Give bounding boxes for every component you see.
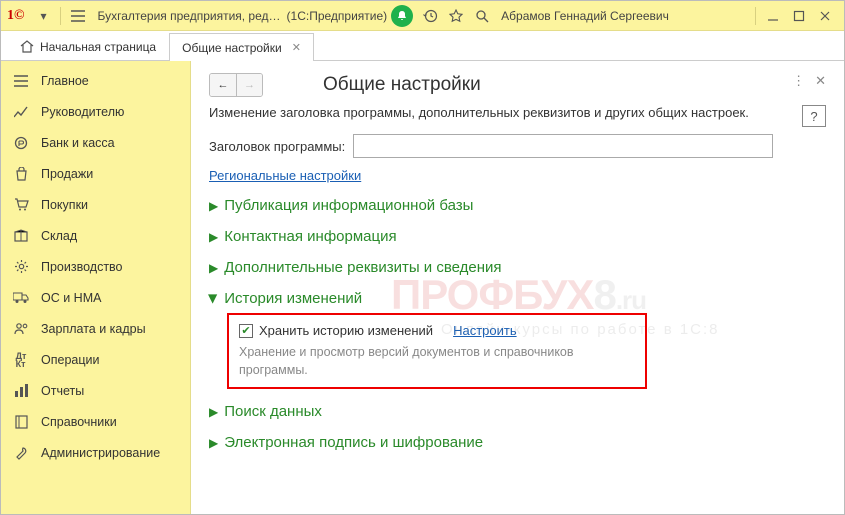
section-search[interactable]: ▶ Поиск данных: [209, 403, 826, 420]
sidebar-item-refs[interactable]: Справочники: [1, 406, 190, 437]
sidebar-item-label: Зарплата и кадры: [41, 322, 146, 336]
history-highlight-box: ✔ Хранить историю изменений Настроить Хр…: [227, 313, 647, 389]
box-icon: [13, 228, 29, 244]
sidebar-item-assets[interactable]: ОС и НМА: [1, 282, 190, 313]
sidebar-item-label: Операции: [41, 353, 99, 367]
cart-icon: [13, 197, 29, 213]
user-label[interactable]: Абрамов Геннадий Сергеевич: [501, 9, 751, 23]
sidebar-item-label: Справочники: [41, 415, 117, 429]
minimize-button[interactable]: [762, 5, 784, 27]
dropdown-icon[interactable]: ▾: [32, 5, 54, 27]
sidebar-item-label: Руководителю: [41, 105, 124, 119]
sidebar-item-sales[interactable]: Продажи: [1, 158, 190, 189]
section-title: Электронная подпись и шифрование: [224, 434, 483, 451]
search-icon[interactable]: [471, 5, 493, 27]
sidebar-item-purchases[interactable]: Покупки: [1, 189, 190, 220]
close-window-button[interactable]: [814, 5, 836, 27]
history-icon[interactable]: [419, 5, 441, 27]
trend-icon: [13, 104, 29, 120]
maximize-button[interactable]: [788, 5, 810, 27]
sidebar-item-main[interactable]: Главное: [1, 65, 190, 96]
section-title: Контактная информация: [224, 228, 396, 245]
section-publication[interactable]: ▶ Публикация информационной базы: [209, 197, 826, 214]
page-description: Изменение заголовка программы, дополните…: [209, 105, 826, 120]
forward-button[interactable]: →: [236, 74, 262, 96]
coin-icon: [13, 135, 29, 151]
chevron-right-icon: ▶: [209, 230, 218, 244]
back-button[interactable]: ←: [210, 74, 236, 96]
content-area: ПРОФБУХ8.ru Онлайн-курсы по работе в 1С:…: [191, 61, 844, 514]
close-content-icon[interactable]: ✕: [815, 73, 826, 89]
notification-bell-icon[interactable]: [391, 5, 413, 27]
people-icon: [13, 321, 29, 337]
chevron-right-icon: ▶: [209, 436, 218, 450]
sidebar-item-bank[interactable]: Банк и касса: [1, 127, 190, 158]
section-contact[interactable]: ▶ Контактная информация: [209, 228, 826, 245]
book-icon: [13, 414, 29, 430]
help-button[interactable]: ?: [802, 105, 826, 127]
section-signature[interactable]: ▶ Электронная подпись и шифрование: [209, 434, 826, 451]
tab-label: Общие настройки: [182, 41, 282, 55]
sidebar-item-label: ОС и НМА: [41, 291, 101, 305]
section-title: История изменений: [224, 290, 362, 307]
sidebar-item-label: Банк и касса: [41, 136, 115, 150]
store-history-checkbox[interactable]: ✔: [239, 324, 253, 338]
menu-icon[interactable]: [67, 5, 89, 27]
app-title: Бухгалтерия предприятия, ред…: [97, 9, 280, 23]
section-title: Публикация информационной базы: [224, 197, 473, 214]
tabs-bar: Начальная страница Общие настройки ✕: [1, 31, 844, 61]
chevron-down-icon: ▶: [207, 294, 221, 303]
section-title: Поиск данных: [224, 403, 322, 420]
sidebar-item-label: Главное: [41, 74, 89, 88]
regional-settings-link[interactable]: Региональные настройки: [209, 168, 361, 183]
title-bar: 1© ▾ Бухгалтерия предприятия, ред… (1С:П…: [1, 1, 844, 31]
sidebar-item-label: Отчеты: [41, 384, 84, 398]
wrench-icon: [13, 445, 29, 461]
sidebar-item-label: Администрирование: [41, 446, 160, 460]
tab-settings[interactable]: Общие настройки ✕: [169, 33, 314, 61]
sidebar-item-salary[interactable]: Зарплата и кадры: [1, 313, 190, 344]
home-icon: [20, 40, 34, 53]
sidebar-item-label: Продажи: [41, 167, 93, 181]
platform-label: (1С:Предприятие): [287, 9, 388, 23]
gear-icon: [13, 259, 29, 275]
app-logo: 1©: [7, 8, 24, 24]
field-label: Заголовок программы:: [209, 139, 345, 154]
checkbox-label: Хранить историю изменений: [259, 323, 433, 338]
section-extra[interactable]: ▶ Дополнительные реквизиты и сведения: [209, 259, 826, 276]
sidebar-item-operations[interactable]: ДтКт Операции: [1, 344, 190, 375]
sidebar-item-label: Покупки: [41, 198, 88, 212]
menu-lines-icon: [13, 73, 29, 89]
page-title: Общие настройки: [323, 74, 481, 96]
sidebar-item-label: Производство: [41, 260, 123, 274]
chevron-right-icon: ▶: [209, 405, 218, 419]
sidebar-item-manager[interactable]: Руководителю: [1, 96, 190, 127]
section-title: Дополнительные реквизиты и сведения: [224, 259, 501, 276]
sidebar-item-label: Склад: [41, 229, 77, 243]
chevron-right-icon: ▶: [209, 261, 218, 275]
star-icon[interactable]: [445, 5, 467, 27]
history-desc: Хранение и просмотр версий документов и …: [239, 344, 635, 379]
sidebar-item-production[interactable]: Производство: [1, 251, 190, 282]
truck-icon: [13, 290, 29, 306]
sidebar-item-admin[interactable]: Администрирование: [1, 437, 190, 468]
tab-label: Начальная страница: [40, 40, 156, 54]
dtkt-icon: ДтКт: [13, 352, 29, 368]
bars-icon: [13, 383, 29, 399]
sidebar-item-warehouse[interactable]: Склад: [1, 220, 190, 251]
tab-home[interactable]: Начальная страница: [7, 32, 169, 60]
nav-arrows: ← →: [209, 73, 263, 97]
section-history[interactable]: ▶ История изменений: [209, 290, 826, 307]
chevron-right-icon: ▶: [209, 199, 218, 213]
close-tab-icon[interactable]: ✕: [292, 41, 301, 54]
sidebar-item-reports[interactable]: Отчеты: [1, 375, 190, 406]
bag-icon: [13, 166, 29, 182]
more-icon[interactable]: ⋮: [792, 73, 805, 89]
configure-link[interactable]: Настроить: [453, 323, 517, 338]
sidebar: Главное Руководителю Банк и касса Продаж…: [1, 61, 191, 514]
program-title-input[interactable]: [353, 134, 773, 158]
